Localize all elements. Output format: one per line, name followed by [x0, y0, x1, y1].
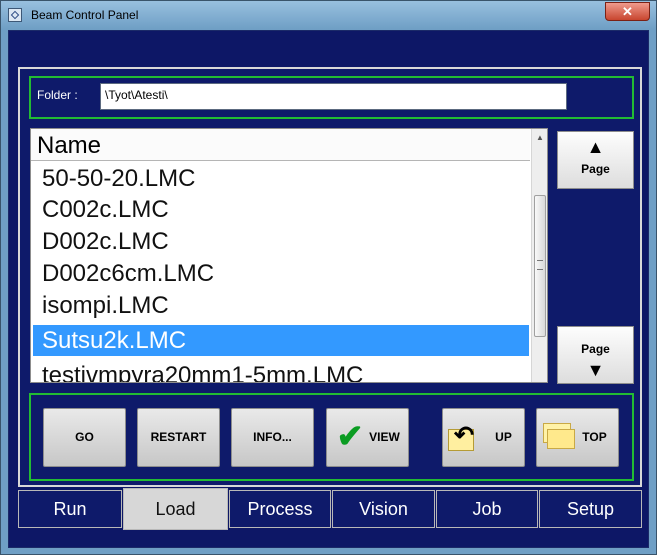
scroll-grip-icon	[537, 260, 543, 270]
folder-icon	[541, 421, 575, 449]
scroll-up-arrow-icon[interactable]: ▲	[532, 129, 547, 146]
restart-button[interactable]: RESTART	[137, 408, 220, 467]
tab-load[interactable]: Load	[123, 488, 228, 530]
file-list-item[interactable]: 50-50-20.LMC	[33, 163, 529, 194]
info-button[interactable]: INFO...	[231, 408, 314, 467]
top-folder-button[interactable]: TOP	[536, 408, 619, 467]
window-title: Beam Control Panel	[31, 8, 139, 22]
beam-control-window: Beam Control Panel ✕ Folder : \Tyot\Ates…	[0, 0, 657, 555]
checkmark-icon: ✔	[336, 418, 364, 454]
up-folder-icon: ↶	[448, 424, 478, 452]
tab-job[interactable]: Job	[436, 490, 538, 528]
tab-setup[interactable]: Setup	[539, 490, 642, 528]
page-up-label: Page	[581, 162, 610, 176]
tab-vision[interactable]: Vision	[332, 490, 435, 528]
view-button[interactable]: ✔ VIEW	[326, 408, 409, 467]
page-down-label: Page	[581, 342, 610, 356]
app-icon	[8, 8, 22, 22]
up-folder-button[interactable]: ↶ UP	[442, 408, 525, 467]
file-list-item[interactable]: isompi.LMC	[33, 290, 529, 321]
file-list-item[interactable]: D002c6cm.LMC	[33, 258, 529, 289]
go-button[interactable]: GO	[43, 408, 126, 467]
top-label: TOP	[582, 430, 607, 444]
scroll-thumb[interactable]	[534, 195, 546, 337]
view-label: VIEW	[369, 430, 400, 444]
down-arrow-icon: ▼	[586, 360, 605, 380]
page-down-button[interactable]: Page ▼	[557, 326, 634, 384]
list-scrollbar[interactable]: ▲	[531, 129, 547, 382]
name-column-header[interactable]: Name	[31, 129, 530, 161]
title-bar[interactable]: Beam Control Panel ✕	[1, 1, 656, 29]
file-list-item[interactable]: testivmpyra20mm1-5mm.LMC	[33, 360, 529, 382]
up-arrow-icon: ▲	[586, 137, 605, 157]
page-up-button[interactable]: ▲ Page	[557, 131, 634, 189]
up-label: UP	[495, 430, 512, 444]
file-list-item[interactable]: D002c.LMC	[33, 226, 529, 257]
close-button[interactable]: ✕	[605, 2, 650, 21]
file-list-item-selected[interactable]: Sutsu2k.LMC	[33, 325, 529, 356]
tab-run[interactable]: Run	[18, 490, 122, 528]
folder-label: Folder :	[37, 88, 78, 102]
file-list-item[interactable]: C002c.LMC	[33, 194, 529, 225]
tab-process[interactable]: Process	[229, 490, 331, 528]
folder-path-field[interactable]: \Tyot\Atesti\	[100, 83, 567, 110]
file-list[interactable]: Name 50-50-20.LMC C002c.LMC D002c.LMC D0…	[30, 128, 548, 383]
